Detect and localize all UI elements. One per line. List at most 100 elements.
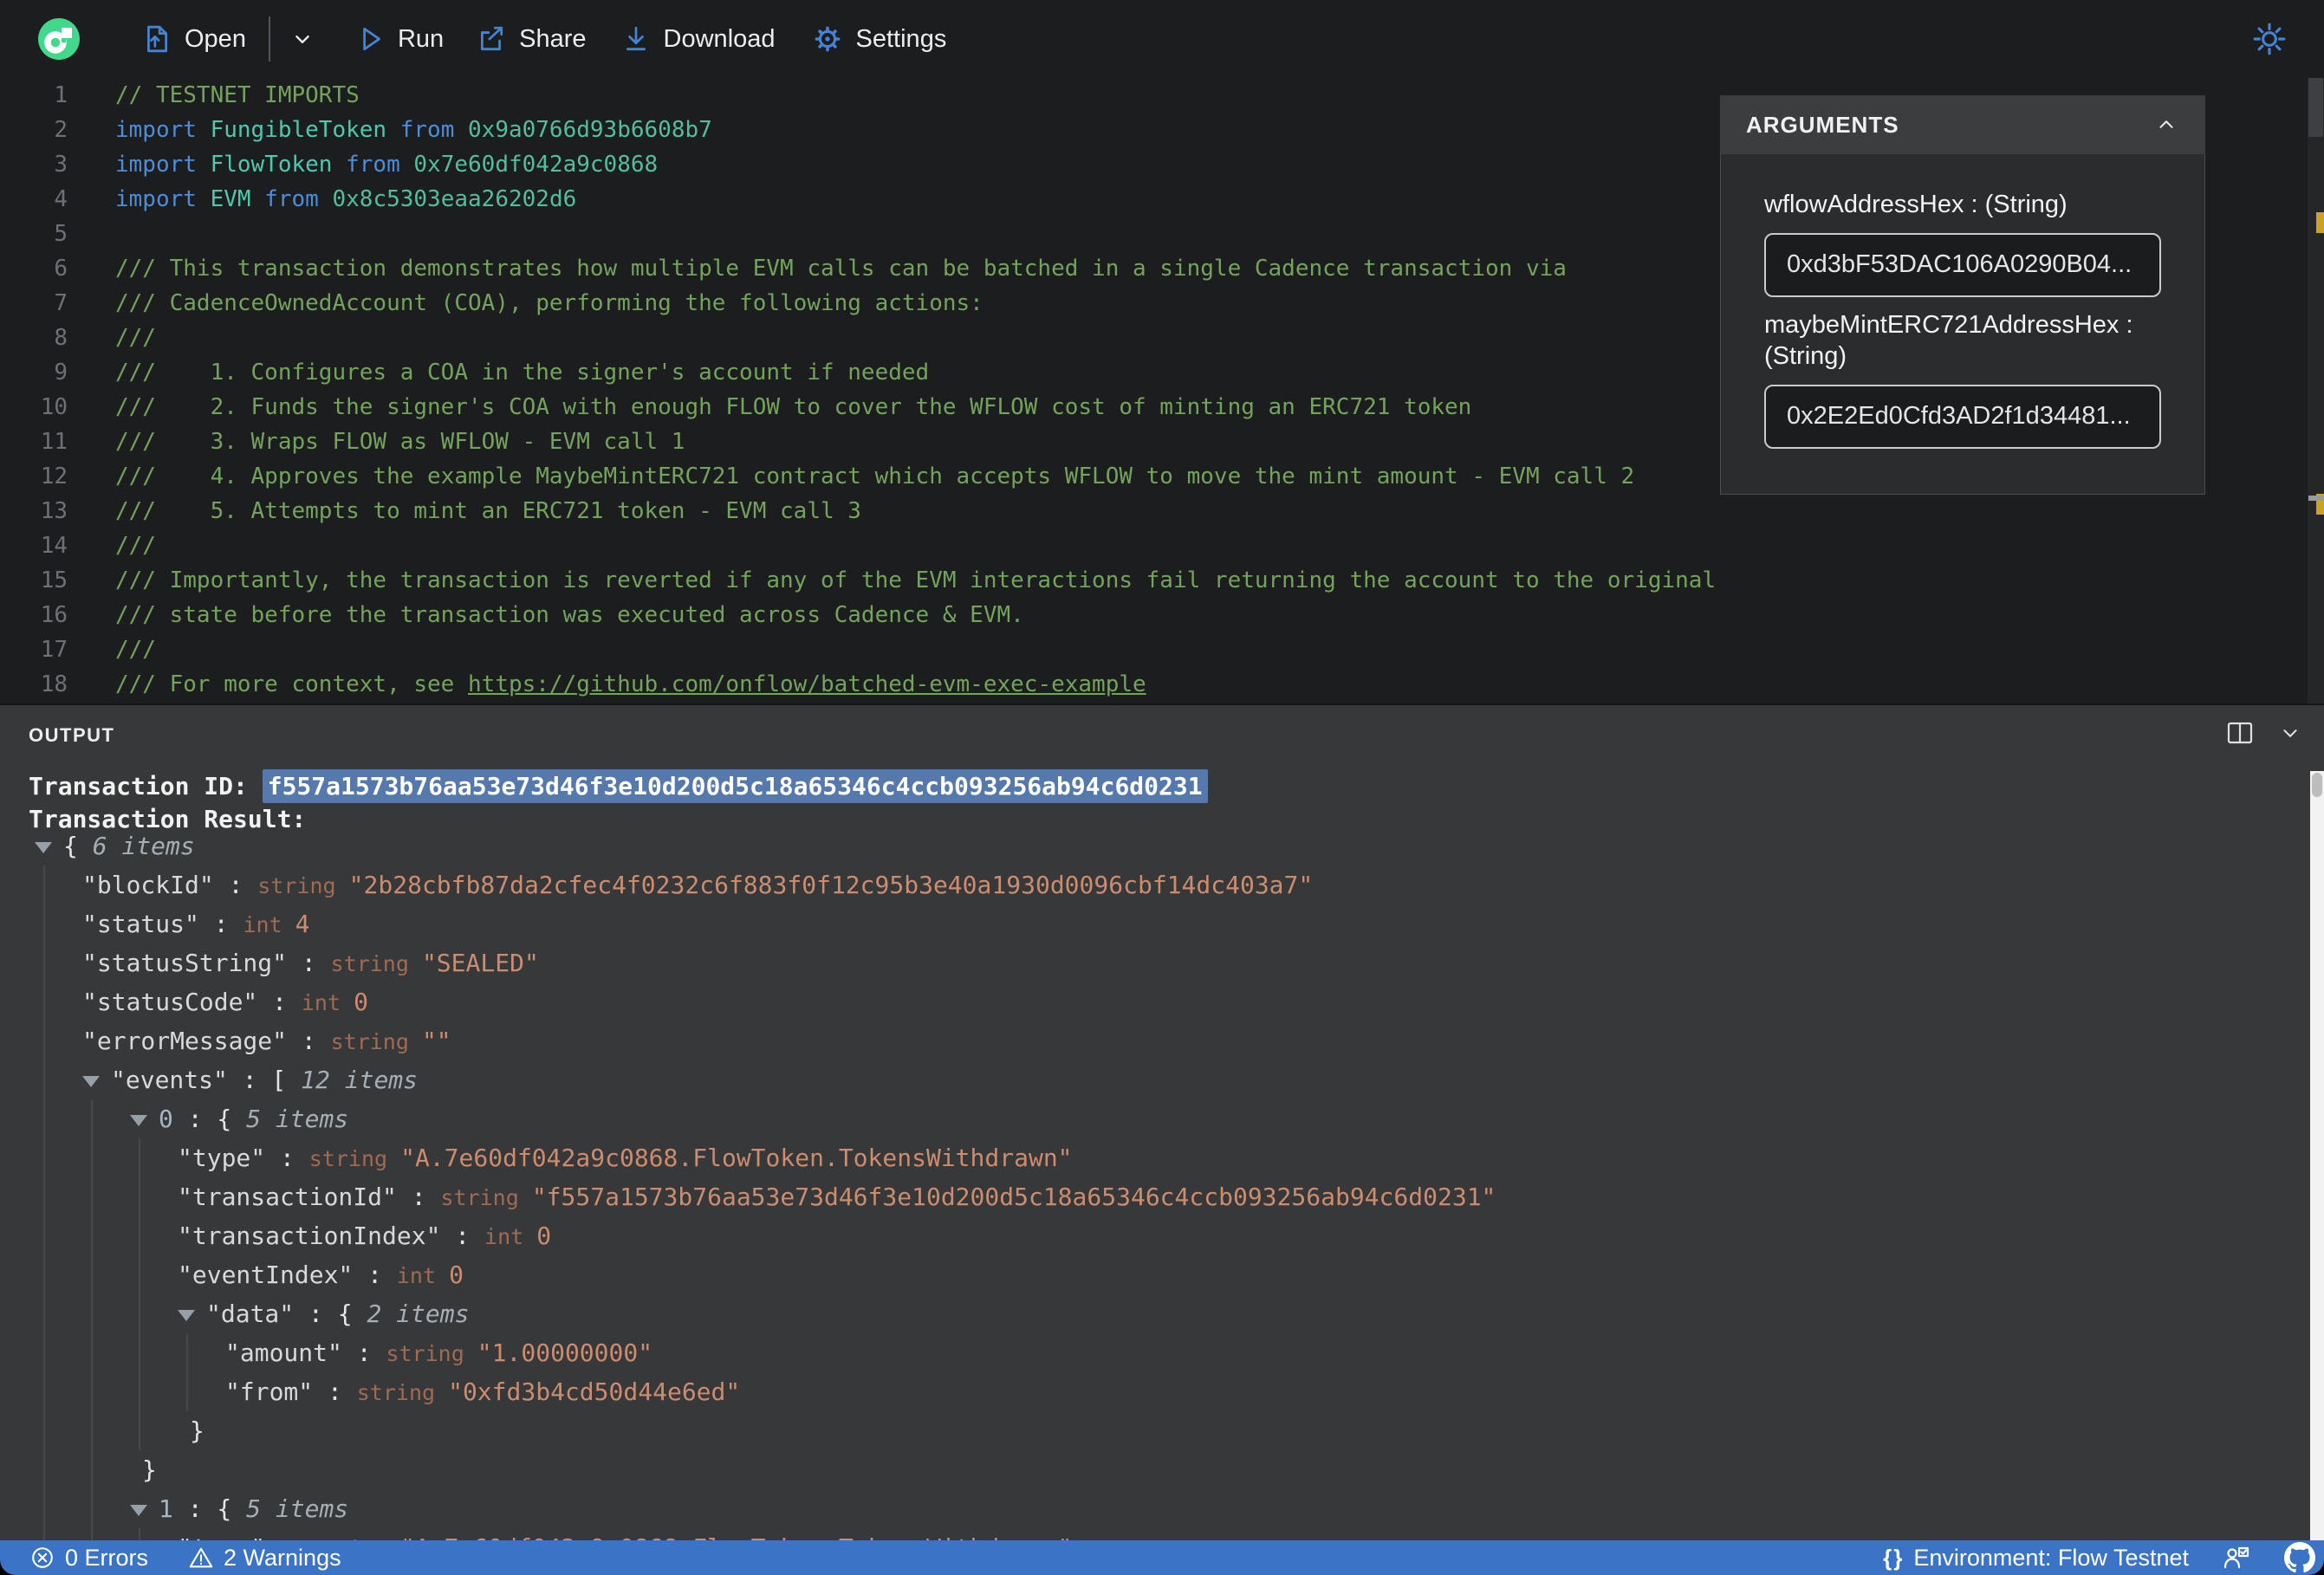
- indent-guide: [91, 1099, 93, 1138]
- collapse-chevron-up-icon[interactable]: [2153, 112, 2179, 138]
- indent-guide: [91, 1528, 93, 1540]
- indent-guide: [139, 1294, 140, 1333]
- line-number: 1: [54, 82, 68, 108]
- open-dropdown-chevron-icon[interactable]: [289, 26, 315, 52]
- caret-down-icon[interactable]: [178, 1309, 195, 1321]
- open-label: Open: [185, 24, 246, 53]
- indent-guide: [91, 1450, 93, 1489]
- json-tree-row: "transactionId" : string "f557a1573b76aa…: [0, 1177, 2307, 1216]
- code-line: 17 ///: [0, 632, 2324, 667]
- toolbar-divider: [268, 16, 270, 62]
- line-number: 7: [54, 290, 68, 316]
- code-text: import FungibleToken from 0x9a0766d93b66…: [115, 117, 712, 143]
- caret-down-icon[interactable]: [82, 1075, 100, 1087]
- output-title: OUTPUT: [29, 724, 115, 746]
- json-tree-row: 1 : { 5 items: [0, 1489, 2307, 1528]
- editor-scrollbar-thumb[interactable]: [2308, 78, 2323, 137]
- error-icon: [32, 1547, 53, 1568]
- download-button[interactable]: Download: [621, 24, 776, 54]
- code-text: /// This transaction demonstrates how mu…: [115, 256, 1567, 282]
- indent-guide: [43, 1528, 45, 1540]
- environment-status[interactable]: {} Environment: Flow Testnet: [1883, 1545, 2189, 1572]
- argument-label: maybeMintERC721AddressHex : (String): [1764, 310, 2133, 371]
- line-number: 4: [54, 186, 68, 212]
- environment-label: Environment: Flow Testnet: [1913, 1544, 2189, 1571]
- indent-guide: [43, 943, 45, 982]
- github-icon[interactable]: [2284, 1542, 2315, 1573]
- indent-guide: [139, 1372, 140, 1411]
- line-number: 12: [40, 463, 68, 489]
- share-button[interactable]: Share: [477, 24, 587, 54]
- code-text: /// CadenceOwnedAccount (COA), performin…: [115, 290, 983, 316]
- indent-guide: [43, 1450, 45, 1489]
- line-number: 13: [40, 498, 68, 524]
- code-line: 18 /// For more context, see https://gith…: [0, 667, 2324, 702]
- json-tree-row: "type" : string "A.7e60df042a9c0868.Flow…: [0, 1138, 2307, 1177]
- settings-gear-icon: [815, 26, 840, 52]
- json-tree-row: }: [0, 1411, 2307, 1450]
- indent-guide: [43, 1099, 45, 1138]
- run-button[interactable]: Run: [355, 24, 444, 54]
- transaction-id-value: f557a1573b76aa53e73d46f3e10d200d5c18a653…: [262, 769, 1208, 803]
- indent-guide: [43, 1021, 45, 1060]
- indent-guide: [43, 1372, 45, 1411]
- line-number: 5: [54, 221, 68, 247]
- indent-guide: [186, 1372, 188, 1411]
- code-text: ///: [115, 325, 156, 351]
- indent-guide: [43, 904, 45, 943]
- output-scrollbar[interactable]: [2310, 771, 2324, 1540]
- indent-guide: [43, 982, 45, 1021]
- download-label: Download: [663, 24, 776, 53]
- json-tree-row: "statusCode" : int 0: [0, 982, 2307, 1021]
- app-window: Open Run Share Download Settings 1 // TE…: [0, 0, 2324, 1575]
- json-tree-row: "data" : { 2 items: [0, 1294, 2307, 1333]
- indent-guide: [91, 1333, 93, 1372]
- indent-guide: [43, 865, 45, 904]
- argument-label: wflowAddressHex : (String): [1764, 191, 2068, 218]
- feedback-person-icon[interactable]: [2222, 1544, 2251, 1572]
- split-panel-icon[interactable]: [2225, 719, 2255, 747]
- editor-scrollbar[interactable]: [2308, 78, 2324, 703]
- json-tree-row: "amount" : string "1.00000000": [0, 1333, 2307, 1372]
- indent-guide: [139, 1177, 140, 1216]
- arguments-panel-header[interactable]: ARGUMENTS: [1720, 95, 2205, 154]
- indent-guide: [139, 1528, 140, 1540]
- json-tree-row: { 6 items: [0, 826, 2307, 865]
- json-tree-row: "errorMessage" : string "": [0, 1021, 2307, 1060]
- caret-down-icon[interactable]: [35, 841, 52, 853]
- arguments-panel: ARGUMENTS wflowAddressHex : (String) mayb…: [1720, 95, 2205, 495]
- indent-guide: [91, 1372, 93, 1411]
- indent-guide: [43, 1060, 45, 1099]
- indent-guide: [139, 1138, 140, 1177]
- indent-guide: [43, 1138, 45, 1177]
- transaction-id-label: Transaction ID:: [29, 772, 263, 800]
- errors-status[interactable]: 0 Errors: [29, 1545, 148, 1572]
- json-tree-row: "events" : [ 12 items: [0, 1060, 2307, 1099]
- line-number: 15: [40, 567, 68, 593]
- warnings-status[interactable]: 2 Warnings: [188, 1545, 341, 1572]
- open-button[interactable]: Open: [142, 24, 246, 54]
- indent-guide: [43, 1411, 45, 1450]
- run-icon: [363, 27, 380, 51]
- argument-input[interactable]: [1764, 384, 2161, 449]
- json-tree-row: "from" : string "0xfd3b4cd50d44e6ed": [0, 1372, 2307, 1411]
- code-text: /// 4. Approves the example MaybeMintERC…: [115, 463, 1635, 489]
- indent-guide: [43, 1255, 45, 1294]
- caret-down-icon[interactable]: [130, 1114, 147, 1126]
- light-theme-sun-icon[interactable]: [2251, 21, 2288, 57]
- output-scrollbar-thumb[interactable]: [2312, 773, 2322, 797]
- indent-guide: [91, 1489, 93, 1528]
- open-file-icon: [147, 25, 168, 53]
- json-tree-row: "statusString" : string "SEALED": [0, 943, 2307, 982]
- status-bar: 0 Errors 2 Warnings {} Environment: Flow…: [0, 1540, 2324, 1575]
- argument-input[interactable]: [1764, 232, 2161, 297]
- line-number: 3: [54, 152, 68, 178]
- code-text: /// 3. Wraps FLOW as WFLOW - EVM call 1: [115, 429, 685, 455]
- flow-logo-icon[interactable]: [38, 18, 80, 60]
- collapse-output-chevron-icon[interactable]: [2277, 720, 2303, 746]
- json-tree-row: "eventIndex" : int 0: [0, 1255, 2307, 1294]
- indent-guide: [43, 1333, 45, 1372]
- caret-down-icon[interactable]: [130, 1504, 147, 1516]
- json-tree-row: "transactionIndex" : int 0: [0, 1216, 2307, 1255]
- settings-button[interactable]: Settings: [812, 23, 946, 55]
